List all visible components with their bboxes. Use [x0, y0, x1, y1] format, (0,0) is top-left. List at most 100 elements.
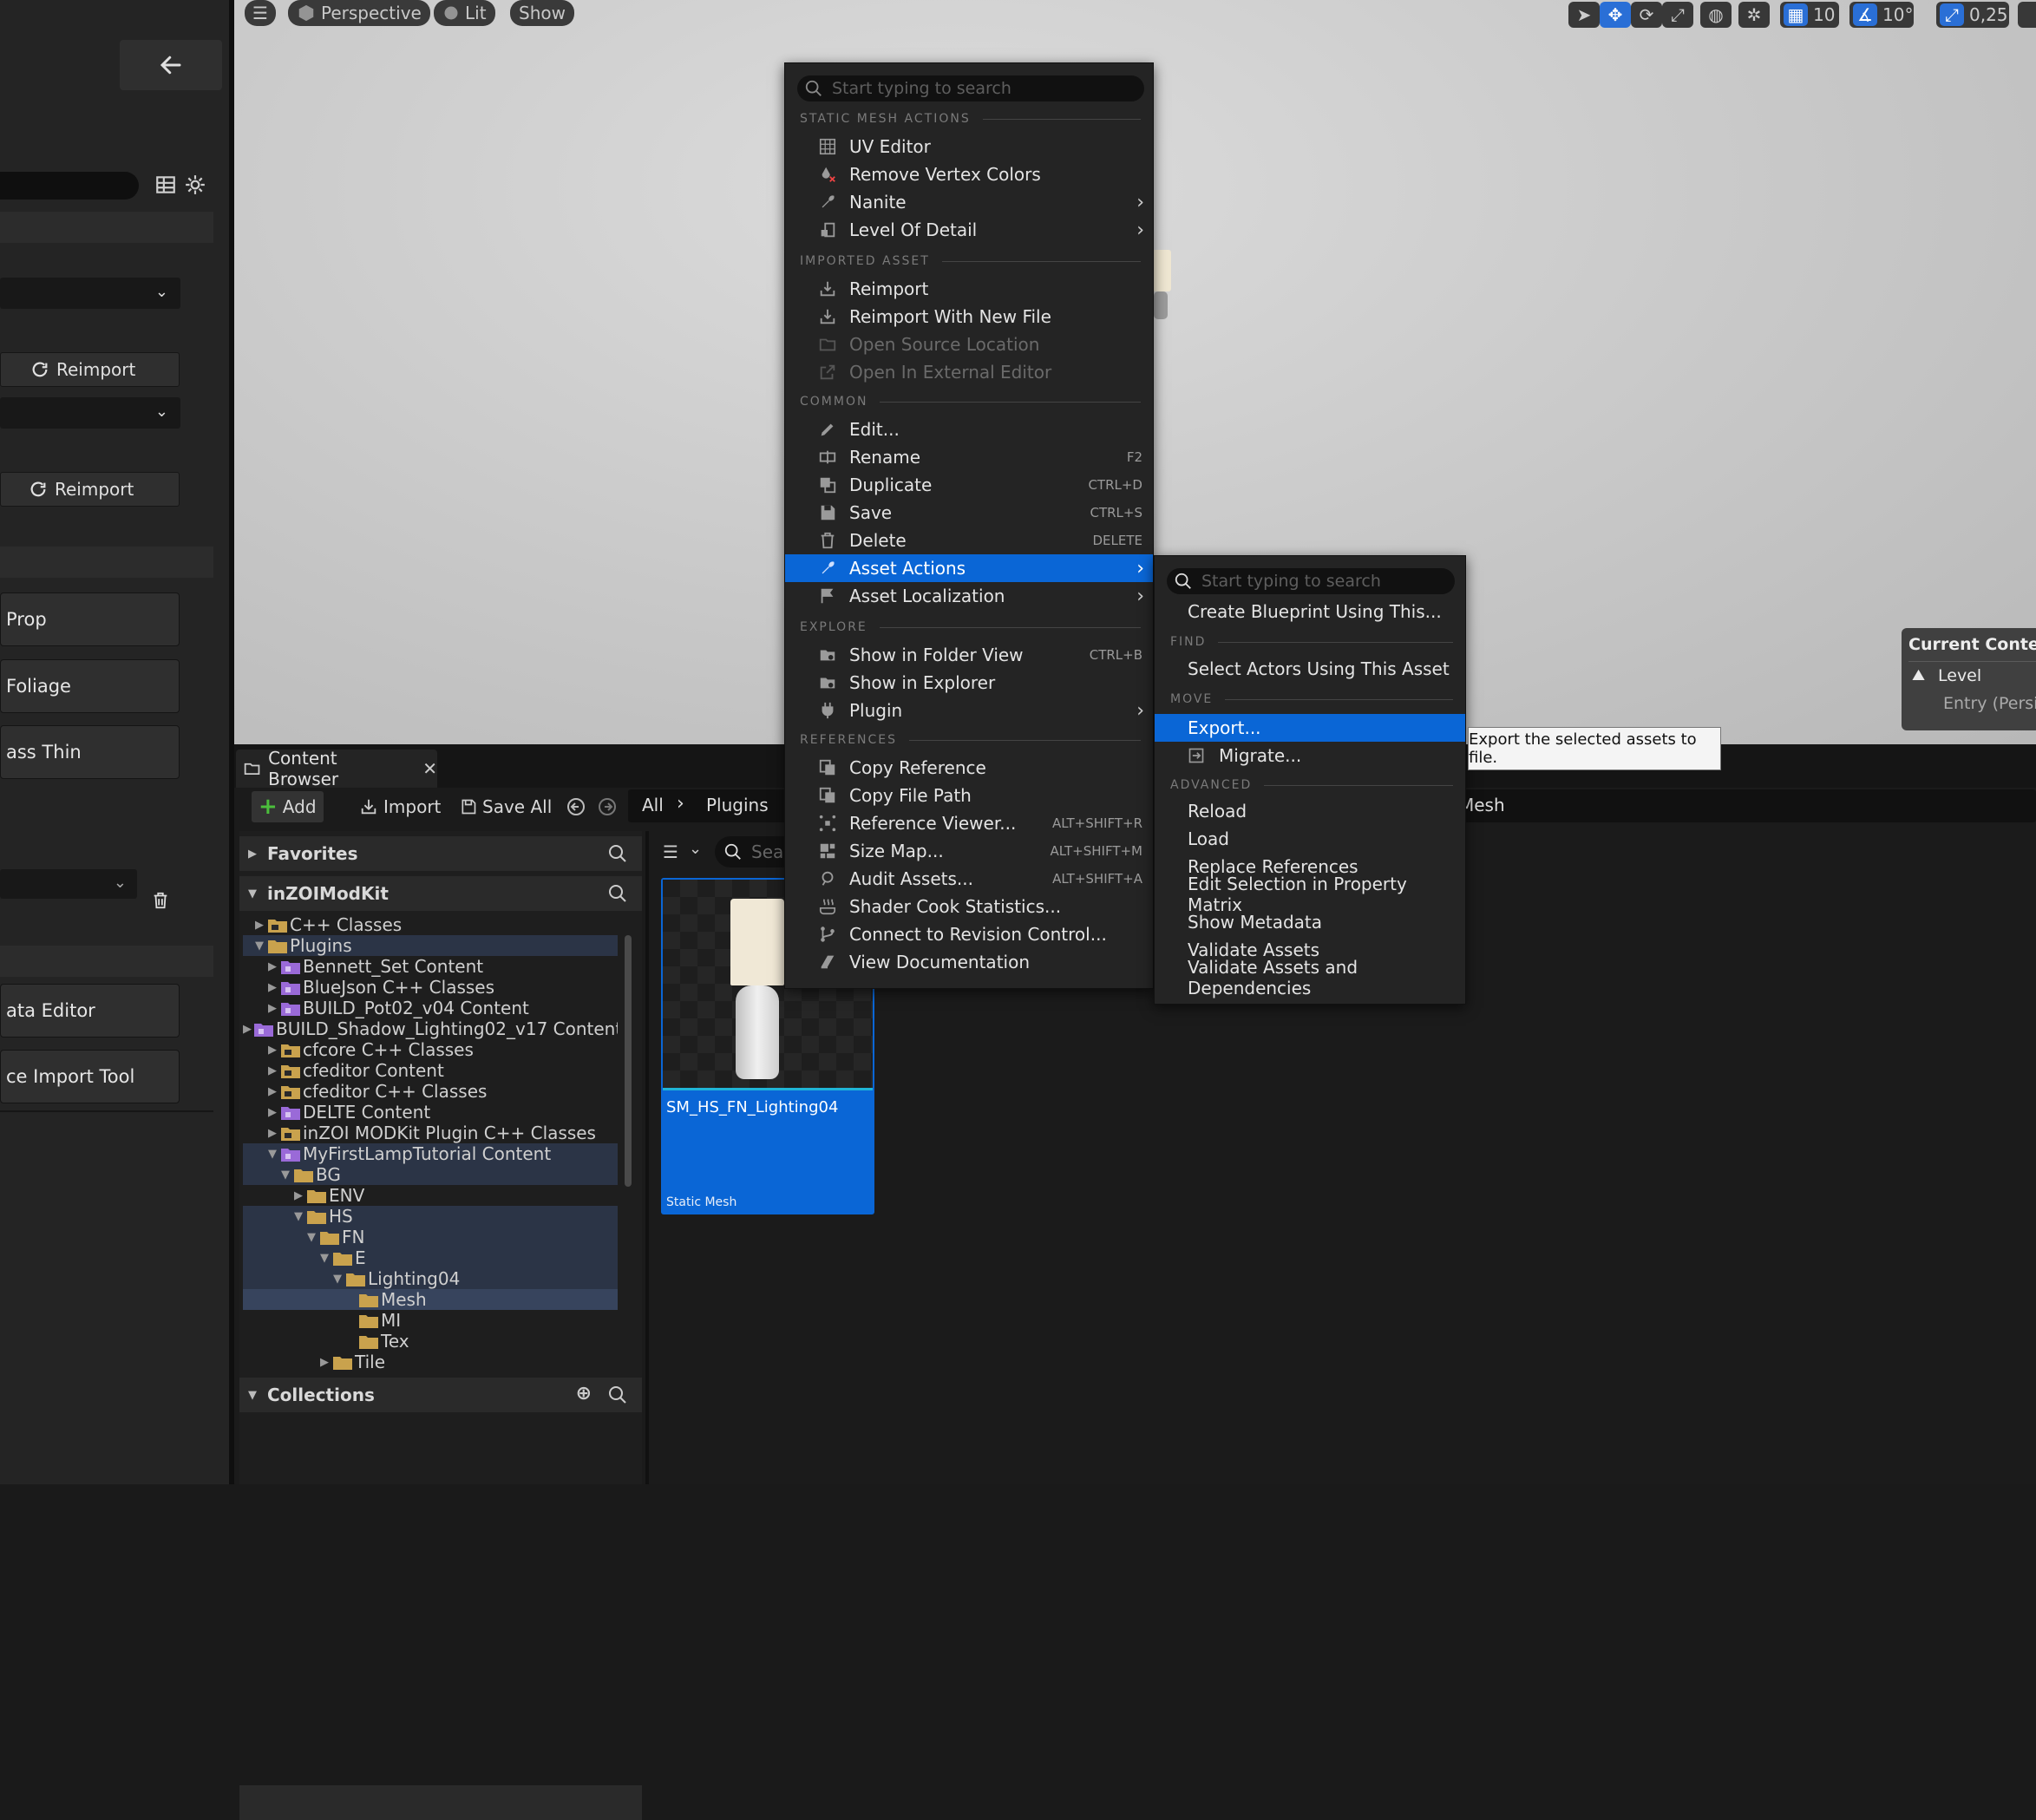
- translate-mode-button[interactable]: ✥: [1600, 2, 1631, 28]
- tab-content-browser[interactable]: Content Browser ✕: [236, 748, 437, 789]
- tree-folder-item[interactable]: ▼ MyFirstLampTutorial Content: [243, 1143, 618, 1164]
- scale-snap-button[interactable]: ⤢ 0,25: [1936, 2, 2009, 28]
- menu-item-delete[interactable]: Delete DELETE: [785, 527, 1153, 554]
- menu-item-migrate[interactable]: Migrate...: [1155, 742, 1465, 769]
- menu-item-reimport[interactable]: Reimport: [785, 275, 1153, 303]
- lit-button[interactable]: Lit: [434, 0, 495, 26]
- menu-item-edit[interactable]: Edit...: [785, 416, 1153, 443]
- menu-item-save[interactable]: Save CTRL+S: [785, 499, 1153, 527]
- menu-item-show-folder-view[interactable]: Show in Folder View CTRL+B: [785, 641, 1153, 669]
- tree-folder-item[interactable]: ▼ Plugins: [243, 935, 618, 956]
- show-button[interactable]: Show: [510, 0, 574, 26]
- details-dropdown-3[interactable]: ⌄: [0, 869, 137, 899]
- menu-item-level-of-detail[interactable]: Level Of Detail ›: [785, 216, 1153, 244]
- favorites-header[interactable]: ▶ Favorites: [239, 836, 642, 871]
- collapse-arrow-icon[interactable]: ▼: [266, 1148, 278, 1161]
- collections-header[interactable]: ▼ Collections ⊕: [239, 1378, 642, 1412]
- tree-folder-item[interactable]: ▶ inZOI MODKit Plugin C++ Classes: [243, 1123, 618, 1143]
- menu-item-select-actors[interactable]: Select Actors Using This Asset: [1155, 655, 1465, 683]
- menu-item-show-explorer[interactable]: Show in Explorer: [785, 669, 1153, 697]
- expand-arrow-icon[interactable]: ▶: [243, 1023, 252, 1036]
- menu-item-view-documentation[interactable]: View Documentation: [785, 948, 1153, 976]
- select-mode-button[interactable]: ➤: [1568, 2, 1600, 28]
- surface-snap-button[interactable]: ✲: [1738, 2, 1770, 28]
- expand-arrow-icon[interactable]: ▶: [266, 960, 278, 973]
- tree-folder-item[interactable]: ▶ Tile: [243, 1352, 618, 1372]
- menu-search-input[interactable]: Start typing to search: [797, 75, 1144, 101]
- foliage-button[interactable]: Foliage: [0, 659, 180, 713]
- menu-item-reimport-new-file[interactable]: Reimport With New File: [785, 303, 1153, 331]
- import-tool-button[interactable]: ce Import Tool: [0, 1050, 180, 1103]
- menu-item-copy-file-path[interactable]: Copy File Path: [785, 782, 1153, 809]
- trash-icon[interactable]: [151, 890, 170, 911]
- details-dropdown-2[interactable]: ⌄: [0, 397, 180, 429]
- menu-item-asset-actions[interactable]: Asset Actions ›: [785, 554, 1153, 582]
- tree-folder-item[interactable]: ▶ C++ Classes: [243, 914, 618, 935]
- reimport-button-2[interactable]: Reimport: [0, 472, 180, 507]
- search-icon[interactable]: [607, 1385, 628, 1405]
- tree-folder-item[interactable]: ▶ BUILD_Pot02_v04 Content: [243, 998, 618, 1018]
- menu-item-plugin[interactable]: Plugin ›: [785, 697, 1153, 724]
- world-local-button[interactable]: ◍: [1700, 2, 1732, 28]
- rotation-snap-button[interactable]: ∡ 10°: [1849, 2, 1914, 28]
- submenu-search-input[interactable]: Start typing to search: [1167, 568, 1455, 594]
- tree-folder-item[interactable]: ▶ ENV: [243, 1185, 618, 1206]
- project-header[interactable]: ▼ inZOIModKit: [239, 876, 642, 911]
- history-forward-icon[interactable]: [597, 796, 618, 817]
- tree-scrollbar[interactable]: [625, 935, 632, 1187]
- expand-arrow-icon[interactable]: ▶: [266, 1127, 278, 1140]
- back-button[interactable]: [120, 40, 222, 90]
- menu-item-copy-reference[interactable]: Copy Reference: [785, 754, 1153, 782]
- expand-arrow-icon[interactable]: ▶: [266, 1106, 278, 1119]
- viewport-menu-button[interactable]: ☰: [245, 0, 276, 26]
- rotate-mode-button[interactable]: ⟳: [1631, 2, 1662, 28]
- tree-folder-item[interactable]: ▶ cfeditor C++ Classes: [243, 1081, 618, 1102]
- collapse-arrow-icon[interactable]: ▼: [292, 1210, 304, 1223]
- menu-item-asset-localization[interactable]: Asset Localization ›: [785, 582, 1153, 610]
- tree-folder-item[interactable]: ▶ BlueJson C++ Classes: [243, 977, 618, 998]
- breadcrumb-all[interactable]: All: [642, 795, 664, 815]
- menu-item-nanite[interactable]: Nanite ›: [785, 188, 1153, 216]
- details-category-header[interactable]: [0, 547, 213, 578]
- tree-folder-item[interactable]: ▶ cfeditor Content: [243, 1060, 618, 1081]
- expand-arrow-icon[interactable]: ▶: [253, 919, 265, 932]
- tree-folder-item[interactable]: ▼ E: [243, 1247, 618, 1268]
- details-dropdown-1[interactable]: ⌄: [0, 278, 180, 309]
- expand-arrow-icon[interactable]: ▶: [292, 1189, 304, 1202]
- tree-folder-item[interactable]: ▼ HS: [243, 1206, 618, 1227]
- tree-folder-item[interactable]: ▼ FN: [243, 1227, 618, 1247]
- collapse-arrow-icon[interactable]: ▼: [279, 1169, 291, 1182]
- filter-icon[interactable]: ☰: [663, 841, 678, 862]
- history-back-icon[interactable]: [566, 796, 586, 817]
- tree-folder-item[interactable]: MI: [243, 1310, 618, 1331]
- tree-folder-item[interactable]: ▼ Lighting04: [243, 1268, 618, 1289]
- menu-item-audit-assets[interactable]: Audit Assets... ALT+SHIFT+A: [785, 865, 1153, 893]
- expand-arrow-icon[interactable]: ▶: [266, 981, 278, 994]
- search-icon[interactable]: [607, 883, 628, 904]
- search-icon[interactable]: [607, 843, 628, 864]
- menu-item-connect-revision-control[interactable]: Connect to Revision Control...: [785, 920, 1153, 948]
- expand-arrow-icon[interactable]: ▶: [266, 1002, 278, 1015]
- collapse-arrow-icon[interactable]: ▼: [305, 1231, 318, 1244]
- scale-mode-button[interactable]: ⤢: [1662, 2, 1693, 28]
- collapse-arrow-icon[interactable]: ▼: [318, 1252, 331, 1265]
- grid-snap-button[interactable]: ▦ 10: [1780, 2, 1839, 28]
- save-all-button[interactable]: Save All: [453, 791, 559, 822]
- details-category-header[interactable]: [0, 212, 213, 243]
- data-editor-button[interactable]: ata Editor: [0, 984, 180, 1038]
- reimport-button-1[interactable]: Reimport: [0, 352, 180, 387]
- expand-arrow-icon[interactable]: ▶: [266, 1085, 278, 1098]
- tree-folder-item[interactable]: ▶ DELTE Content: [243, 1102, 618, 1123]
- breadcrumb-plugins[interactable]: Plugins: [706, 795, 769, 815]
- glass-thin-button[interactable]: ass Thin: [0, 725, 180, 779]
- close-tab-icon[interactable]: ✕: [422, 758, 437, 779]
- menu-item-uv-editor[interactable]: UV Editor: [785, 133, 1153, 160]
- add-button[interactable]: + Add: [252, 791, 324, 822]
- menu-item-shader-cook-statistics[interactable]: Shader Cook Statistics...: [785, 893, 1153, 920]
- menu-item-remove-vertex-colors[interactable]: Remove Vertex Colors: [785, 160, 1153, 188]
- menu-item-reference-viewer[interactable]: Reference Viewer... ALT+SHIFT+R: [785, 809, 1153, 837]
- tree-folder-item[interactable]: Tex: [243, 1331, 618, 1352]
- add-collection-icon[interactable]: ⊕: [576, 1383, 592, 1404]
- tree-folder-item[interactable]: ▼ BG: [243, 1164, 618, 1185]
- details-category-header[interactable]: [0, 946, 213, 977]
